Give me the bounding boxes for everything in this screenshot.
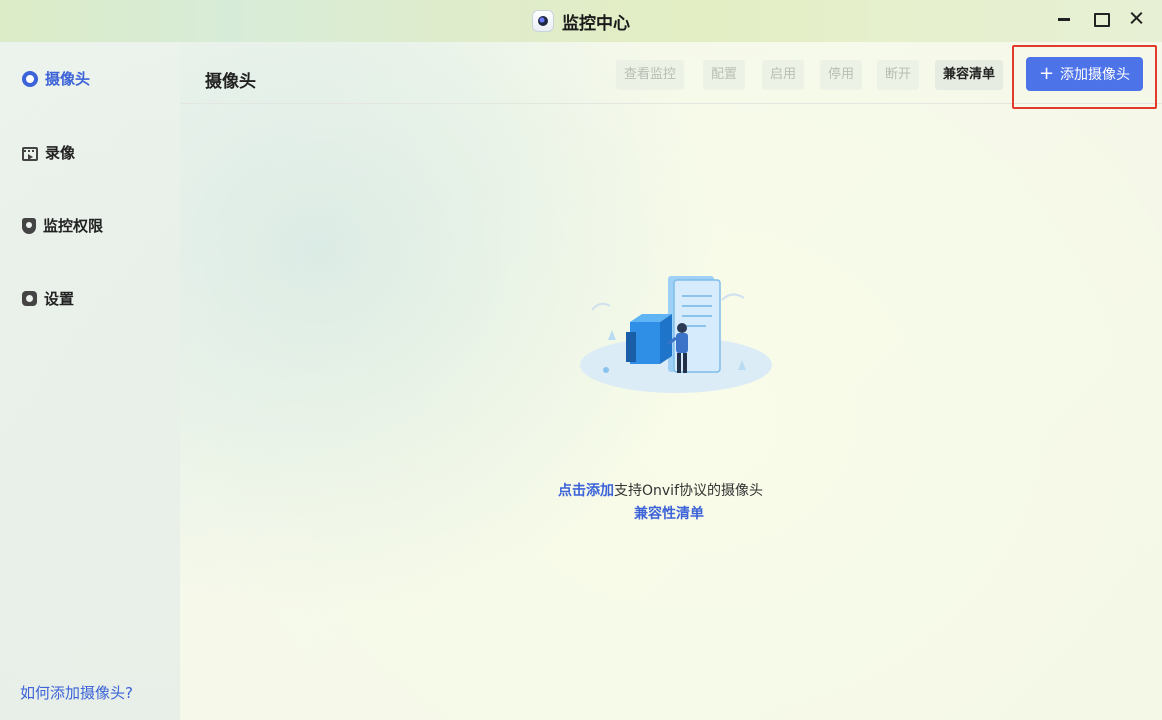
highlight-annotation: [1012, 45, 1157, 109]
page-title: 摄像头: [205, 72, 256, 92]
shield-icon: [22, 217, 36, 234]
disable-button[interactable]: 停用: [820, 60, 863, 90]
config-button[interactable]: 配置: [703, 60, 746, 90]
compat-list-link[interactable]: 兼容性清单: [634, 506, 704, 522]
title-bar: 监控中心: [0, 0, 1162, 42]
sidebar-item-label: 监控权限: [43, 217, 104, 235]
close-icon[interactable]: [1128, 10, 1144, 26]
camera-icon: [22, 70, 38, 87]
help-add-camera-link[interactable]: 如何添加摄像头?: [20, 682, 133, 703]
empty-state-illustration: [580, 276, 772, 393]
compat-list-link-wrap: 兼容性清单: [634, 503, 704, 523]
camera-app-icon: [532, 10, 554, 32]
empty-state-desc: 支持Onvif协议的摄像头: [614, 483, 763, 499]
click-add-link[interactable]: 点击添加: [558, 483, 614, 499]
enable-button[interactable]: 启用: [762, 60, 805, 90]
sidebar-item-permissions[interactable]: 监控权限: [22, 215, 103, 236]
sidebar-item-recording[interactable]: 录像: [22, 142, 75, 163]
window-title-wrap: 监控中心: [532, 8, 630, 34]
minimize-icon[interactable]: [1056, 10, 1072, 26]
disconnect-button[interactable]: 断开: [877, 60, 920, 90]
empty-state-message: 点击添加支持Onvif协议的摄像头: [558, 480, 763, 500]
window-title: 监控中心: [562, 13, 630, 34]
window-controls: [1056, 10, 1144, 27]
gear-icon: [22, 291, 37, 306]
sidebar-item-label: 摄像头: [45, 70, 91, 88]
sidebar-item-label: 设置: [44, 290, 75, 308]
video-icon: [22, 146, 38, 161]
maximize-icon[interactable]: [1092, 10, 1110, 27]
sidebar-item-settings[interactable]: 设置: [22, 288, 74, 309]
sidebar-item-label: 录像: [45, 144, 76, 162]
compat-list-button[interactable]: 兼容清单: [935, 60, 1004, 90]
view-monitor-button[interactable]: 查看监控: [616, 60, 685, 90]
sidebar: 摄像头 录像 监控权限 设置: [0, 42, 180, 720]
sidebar-item-camera[interactable]: 摄像头: [22, 68, 90, 89]
